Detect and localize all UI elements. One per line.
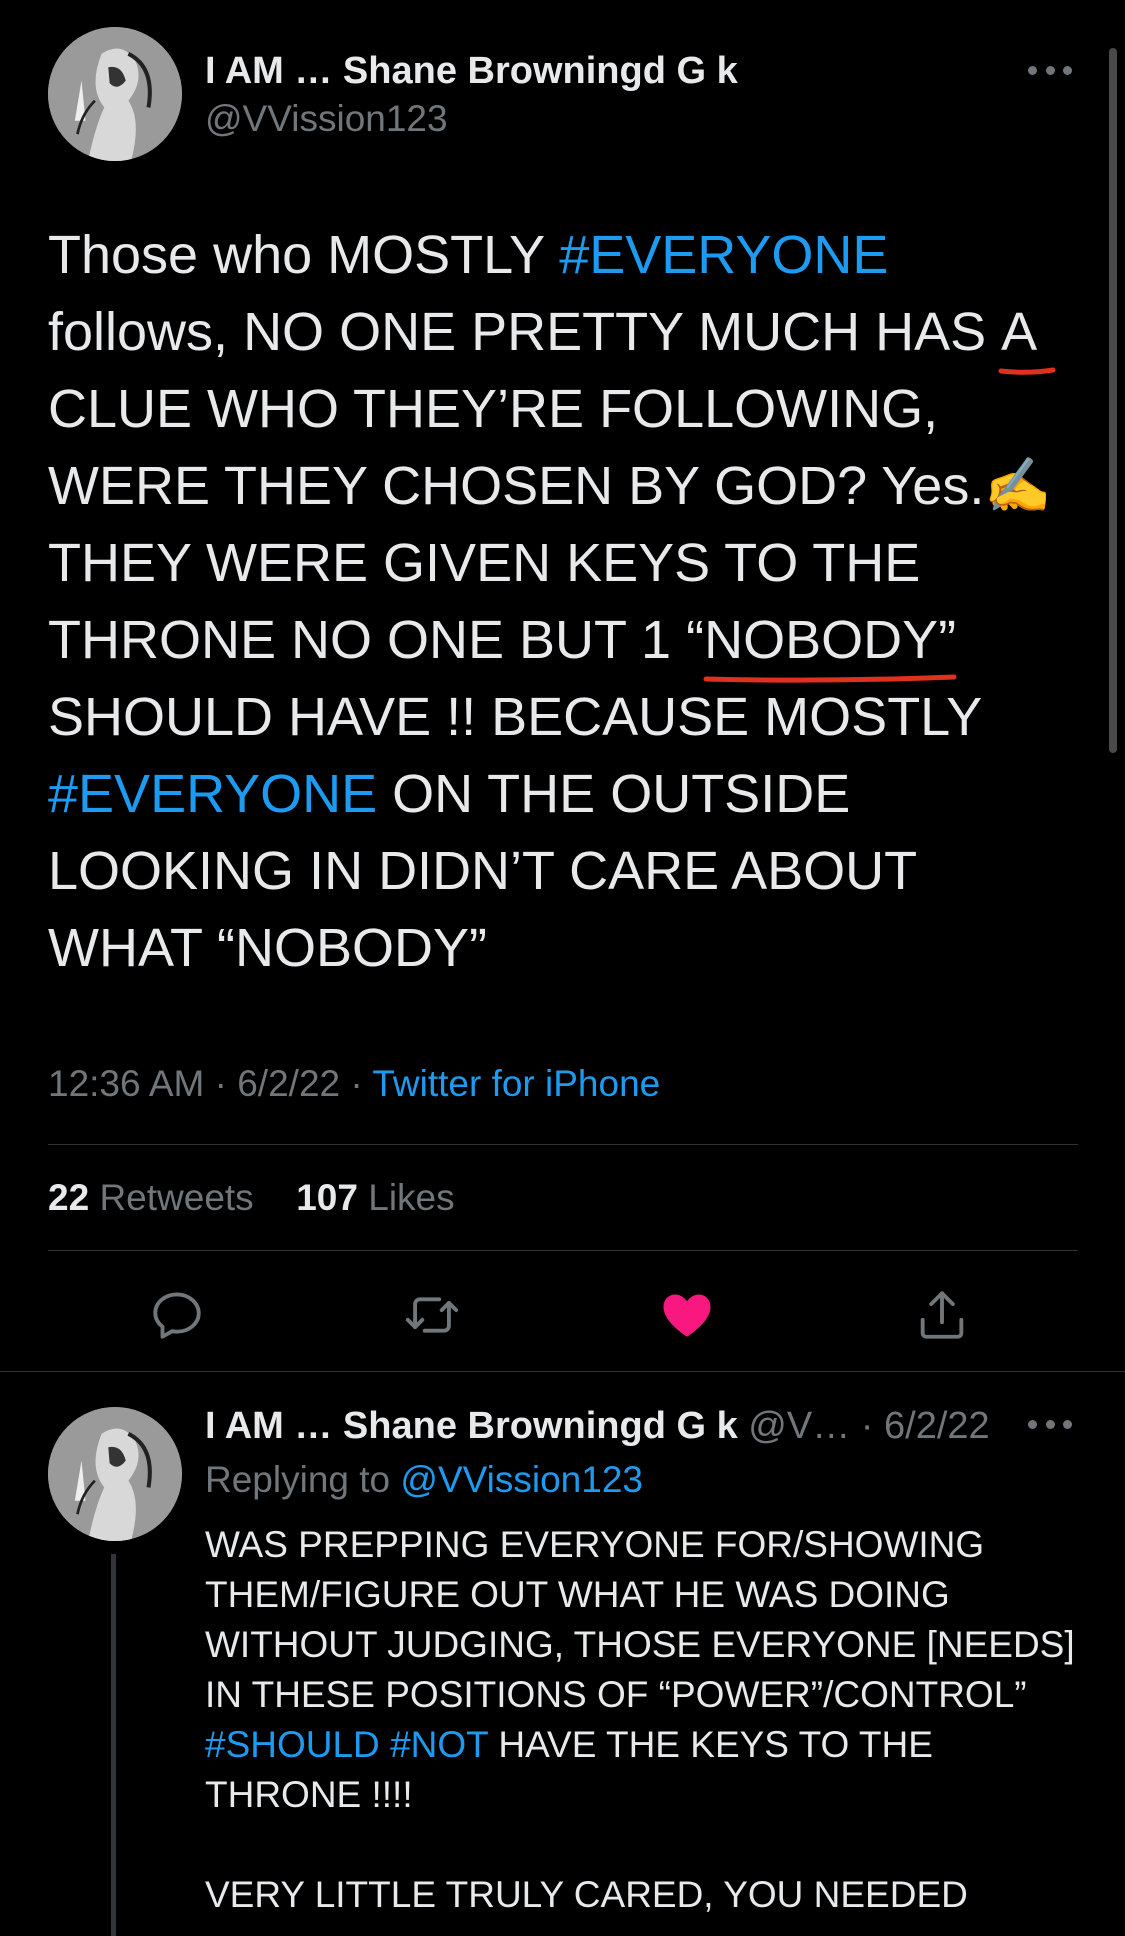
mention-link[interactable]: @VVission123	[400, 1459, 643, 1500]
avatar-image	[48, 1407, 182, 1541]
reply-line: THEM/FIGURE OUT WHAT HE WAS DOING	[205, 1574, 950, 1615]
tweet-line: THEY WERE GIVEN KEYS TO THE	[48, 533, 921, 593]
thread-connector	[111, 1554, 116, 1936]
reply-line: VERY LITTLE TRULY CARED, YOU NEEDED	[205, 1874, 968, 1915]
scrollbar[interactable]	[1109, 48, 1117, 753]
author-handle[interactable]: @VVission123	[205, 98, 448, 140]
reply-author-handle[interactable]: @V…	[748, 1405, 850, 1447]
tweet-line: #EVERYONE ON THE OUTSIDE	[48, 764, 851, 824]
red-underline-mark	[703, 674, 957, 683]
tweet-line: THRONE NO ONE BUT 1 “NOBODY”	[48, 602, 1088, 683]
reply-line: THRONE !!!!	[205, 1774, 413, 1815]
tweet-line: LOOKING IN DIDN’T CARE ABOUT	[48, 841, 918, 901]
annotated-word: NOBODY	[703, 602, 957, 683]
tweet-meta: 12:36 AM · 6/2/22 · Twitter for iPhone	[48, 1063, 661, 1104]
author-avatar[interactable]	[48, 27, 182, 161]
more-options-icon[interactable]	[1028, 63, 1072, 77]
divider	[48, 1250, 1078, 1251]
hashtag-link[interactable]: #EVERYONE	[559, 225, 888, 285]
annotated-word: A	[998, 294, 1056, 375]
red-underline-mark	[998, 367, 1056, 375]
retweets-stat[interactable]: 22 Retweets	[48, 1177, 254, 1218]
replying-to: Replying to @VVission123	[205, 1459, 643, 1500]
reply-line: WAS PREPPING EVERYONE FOR/SHOWING	[205, 1524, 985, 1565]
reply-line: IN THESE POSITIONS OF “POWER”/CONTROL”	[205, 1674, 1027, 1715]
writing-hand-emoji: ✍️	[984, 456, 1052, 516]
tweet-stats: 22 Retweets 107 Likes	[48, 1177, 455, 1219]
author-name[interactable]: I AM … Shane Browningd G k	[205, 50, 738, 93]
tweet-source-link[interactable]: Twitter for iPhone	[372, 1063, 660, 1104]
likes-stat[interactable]: 107 Likes	[296, 1177, 454, 1218]
like-icon	[663, 1294, 711, 1337]
tweet-line: Those who MOSTLY #EVERYONE	[48, 225, 889, 285]
tweet-text: Those who MOSTLY #EVERYONE follows, NO O…	[48, 217, 1088, 987]
reply-line: #SHOULD #NOT HAVE THE KEYS TO THE	[205, 1724, 933, 1765]
reply-text: WAS PREPPING EVERYONE FOR/SHOWING THEM/F…	[205, 1520, 1085, 1920]
hashtag-link[interactable]: #NOT	[390, 1724, 488, 1765]
reply-more-options-icon[interactable]	[1028, 1417, 1072, 1431]
reply-button[interactable]	[145, 1283, 209, 1347]
reply-date[interactable]: 6/2/22	[884, 1405, 990, 1447]
reply-author-name[interactable]: I AM … Shane Browningd G k	[205, 1405, 738, 1447]
tweet-date[interactable]: 6/2/22	[237, 1063, 340, 1104]
reply-header: I AM … Shane Browningd G k @V… · 6/2/22	[205, 1405, 990, 1447]
reply-icon	[153, 1292, 201, 1339]
share-button[interactable]	[910, 1283, 974, 1347]
like-button[interactable]	[655, 1283, 719, 1347]
share-icon	[920, 1291, 964, 1339]
tweet-time[interactable]: 12:36 AM	[48, 1063, 204, 1104]
avatar-image	[48, 27, 182, 161]
reply-author-avatar[interactable]	[48, 1407, 182, 1541]
reply-line	[205, 1820, 1085, 1870]
reply-line: WITHOUT JUDGING, THOSE EVERYONE [NEEDS]	[205, 1624, 1075, 1665]
divider	[48, 1144, 1078, 1145]
hashtag-link[interactable]: #SHOULD	[205, 1724, 380, 1765]
tweet-line: follows, NO ONE PRETTY MUCH HAS A	[48, 294, 1088, 375]
retweet-icon	[405, 1297, 459, 1333]
tweet-line: CLUE WHO THEY’RE FOLLOWING,	[48, 379, 939, 439]
divider	[0, 1371, 1125, 1372]
tweet-line: WERE THEY CHOSEN BY GOD? Yes.✍️	[48, 456, 1052, 516]
retweet-button[interactable]	[400, 1283, 464, 1347]
tweet-line: WHAT “NOBODY”	[48, 918, 487, 978]
tweet-line: SHOULD HAVE !! BECAUSE MOSTLY	[48, 687, 983, 747]
hashtag-link[interactable]: #EVERYONE	[48, 764, 377, 824]
